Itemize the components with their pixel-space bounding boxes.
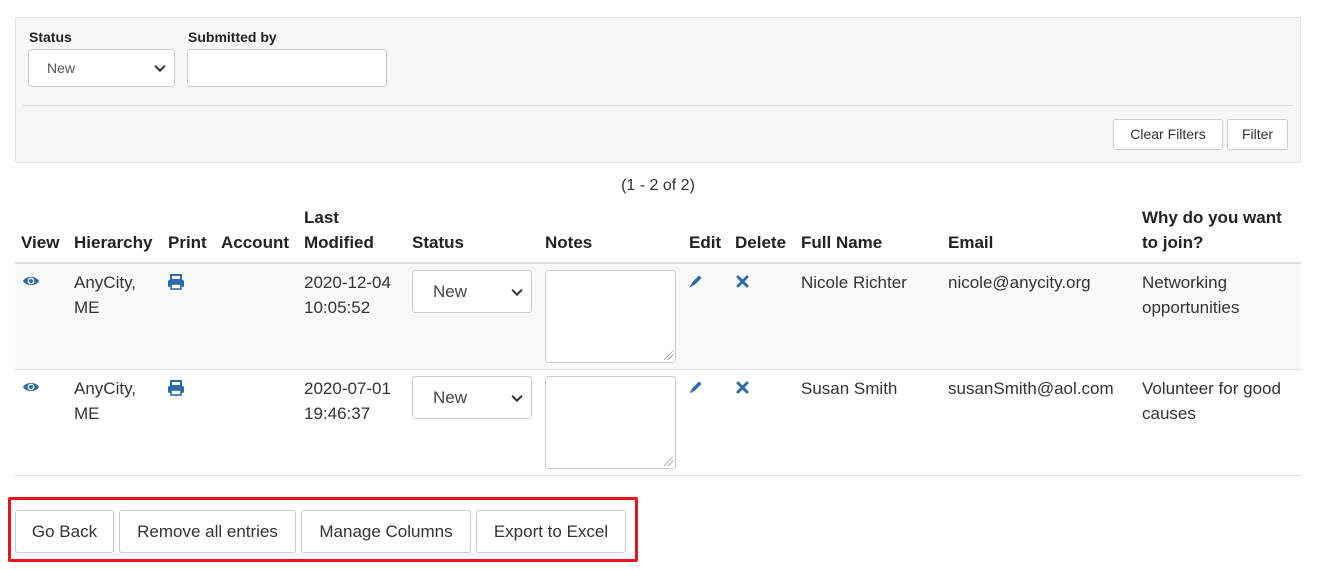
col-header-why-join: Why do you want to join? xyxy=(1142,205,1282,255)
table-row: AnyCity, ME 2020-07-01 19:46:37 New Susa… xyxy=(15,370,1301,476)
clear-filters-button[interactable]: Clear Filters xyxy=(1113,119,1223,150)
col-header-last-modified: Last Modified xyxy=(304,205,374,255)
col-header-why-join-line2: to join? xyxy=(1142,233,1204,252)
table-row: AnyCity, ME 2020-12-04 10:05:52 New Nico… xyxy=(15,264,1301,370)
remove-all-entries-button[interactable]: Remove all entries xyxy=(119,510,296,553)
resize-grip-icon[interactable] xyxy=(664,351,673,360)
row-status-select[interactable]: New xyxy=(412,376,532,419)
submitted-by-input[interactable] xyxy=(187,49,387,87)
hierarchy-line1: AnyCity, xyxy=(74,379,137,398)
last-modified-cell: 2020-12-04 10:05:52 xyxy=(304,270,391,320)
row-status-value: New xyxy=(433,388,468,407)
last-modified-time: 19:46:37 xyxy=(304,404,371,423)
status-filter-label: Status xyxy=(29,29,72,45)
hierarchy-cell: AnyCity, ME xyxy=(74,376,136,426)
status-filter-value: New xyxy=(47,60,76,76)
printer-icon[interactable] xyxy=(167,274,185,295)
eye-icon[interactable] xyxy=(22,380,40,399)
last-modified-time: 10:05:52 xyxy=(304,298,371,317)
why-join-line1: Volunteer for good xyxy=(1142,379,1281,398)
submitted-by-label: Submitted by xyxy=(188,29,277,45)
chevron-down-icon xyxy=(511,284,523,296)
pagination-summary: (1 - 2 of 2) xyxy=(621,177,695,194)
eye-icon[interactable] xyxy=(22,274,40,293)
col-header-view: View xyxy=(21,233,60,252)
why-join-cell: Networking opportunities xyxy=(1142,270,1239,320)
row-status-value: New xyxy=(433,282,468,301)
manage-columns-button[interactable]: Manage Columns xyxy=(301,510,471,553)
col-header-full-name: Full Name xyxy=(801,233,883,252)
pencil-icon[interactable] xyxy=(688,273,704,294)
chevron-down-icon xyxy=(154,60,166,73)
col-header-status: Status xyxy=(412,233,464,252)
col-header-notes: Notes xyxy=(545,233,593,252)
col-header-delete: Delete xyxy=(735,233,787,252)
col-header-edit: Edit xyxy=(689,233,722,252)
col-header-account: Account xyxy=(221,233,289,252)
notes-textarea[interactable] xyxy=(545,376,676,469)
hierarchy-line2: ME xyxy=(74,298,100,317)
status-filter-select[interactable]: New xyxy=(28,49,175,87)
full-name-cell: Nicole Richter xyxy=(801,273,907,292)
last-modified-date: 2020-07-01 xyxy=(304,379,391,398)
row-status-select[interactable]: New xyxy=(412,270,532,313)
pencil-icon[interactable] xyxy=(688,379,704,400)
notes-textarea[interactable] xyxy=(545,270,676,363)
filter-divider xyxy=(23,105,1293,106)
col-header-print: Print xyxy=(168,233,207,252)
hierarchy-line1: AnyCity, xyxy=(74,273,137,292)
email-cell: nicole@anycity.org xyxy=(948,273,1091,292)
full-name-cell: Susan Smith xyxy=(801,379,898,398)
col-header-why-join-line1: Why do you want xyxy=(1142,208,1282,227)
why-join-line2: opportunities xyxy=(1142,298,1240,317)
x-icon[interactable] xyxy=(736,381,749,399)
col-header-last-modified-line2: Modified xyxy=(304,233,374,252)
resize-grip-icon[interactable] xyxy=(664,457,673,466)
export-to-excel-button[interactable]: Export to Excel xyxy=(476,510,626,553)
filter-panel: Status Submitted by New Clear Filters Fi… xyxy=(15,17,1301,163)
last-modified-date: 2020-12-04 xyxy=(304,273,391,292)
hierarchy-cell: AnyCity, ME xyxy=(74,270,136,320)
printer-icon[interactable] xyxy=(167,380,185,401)
col-header-email: Email xyxy=(948,233,994,252)
hierarchy-line2: ME xyxy=(74,404,100,423)
last-modified-cell: 2020-07-01 19:46:37 xyxy=(304,376,391,426)
filter-button[interactable]: Filter xyxy=(1227,119,1288,150)
x-icon[interactable] xyxy=(736,275,749,293)
col-header-hierarchy: Hierarchy xyxy=(74,233,153,252)
go-back-button[interactable]: Go Back xyxy=(15,510,114,553)
col-header-last-modified-line1: Last xyxy=(304,208,339,227)
chevron-down-icon xyxy=(511,390,523,402)
why-join-line1: Networking xyxy=(1142,273,1228,292)
why-join-line2: causes xyxy=(1142,404,1196,423)
email-cell: susanSmith@aol.com xyxy=(948,379,1114,398)
why-join-cell: Volunteer for good causes xyxy=(1142,376,1281,426)
